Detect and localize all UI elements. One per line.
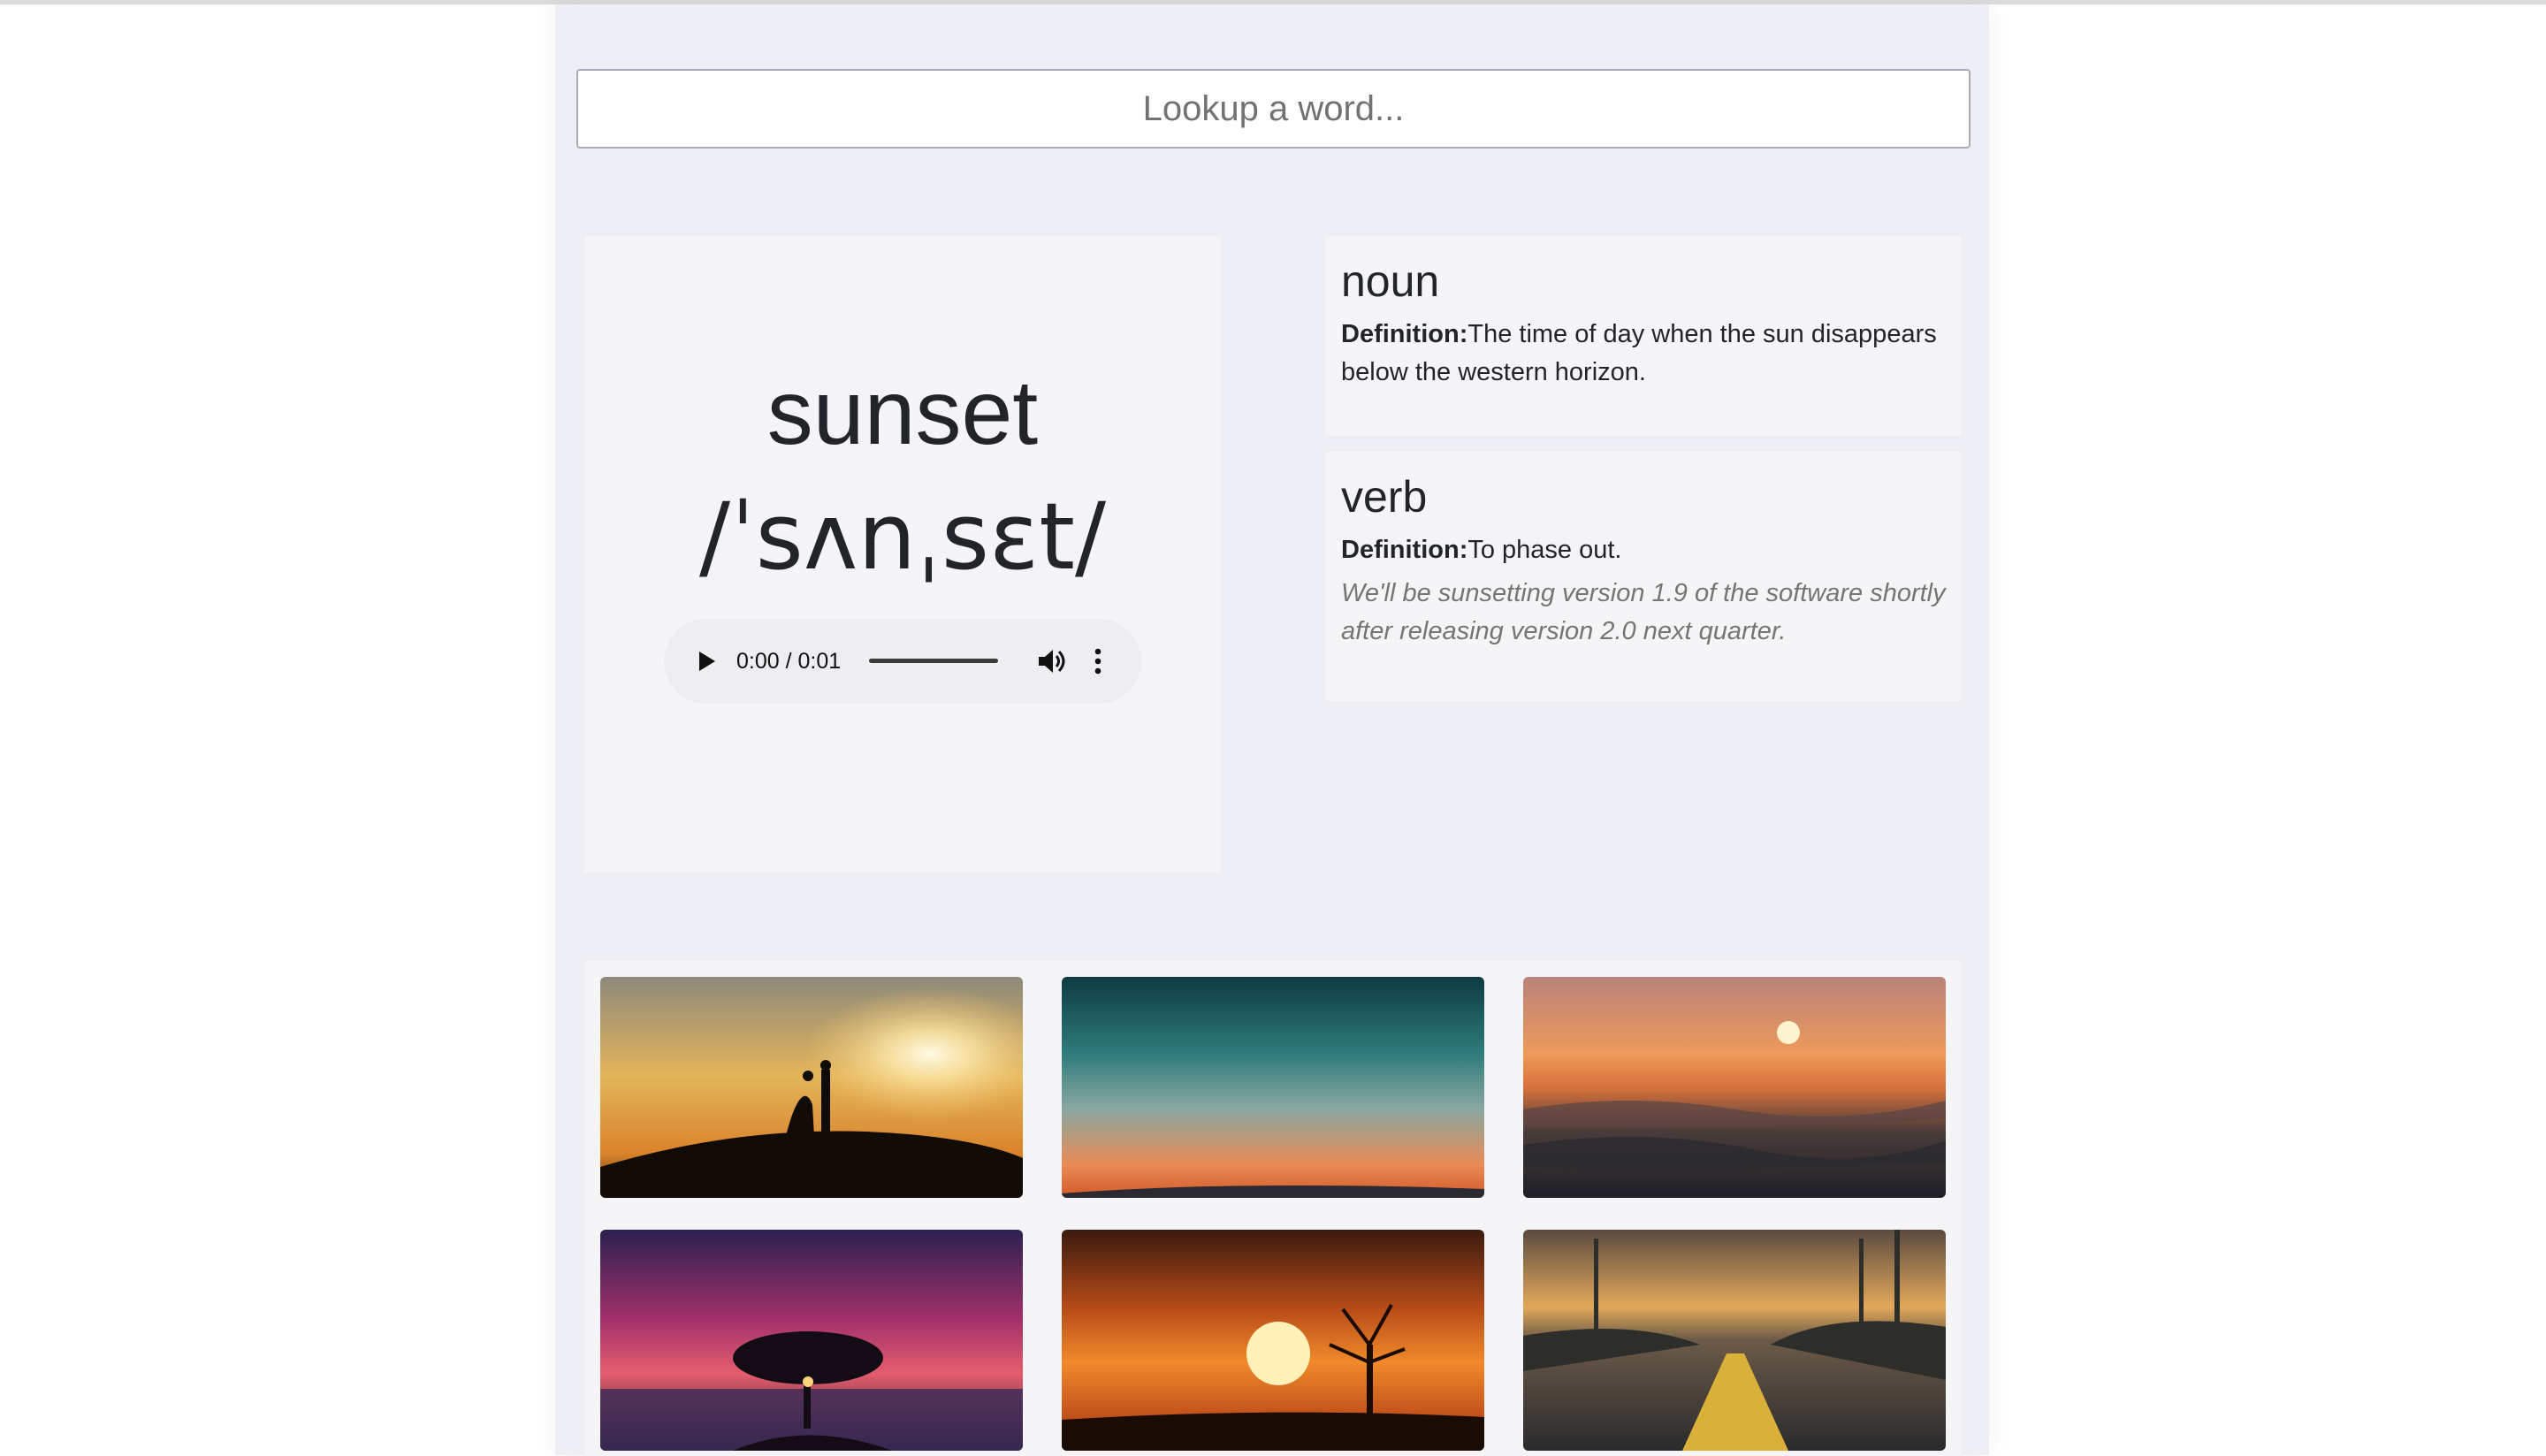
definition-body: To phase out. [1467, 536, 1622, 564]
word-title: sunset [766, 362, 1039, 464]
part-of-speech: verb [1341, 472, 1428, 522]
image-gallery [584, 961, 1962, 1456]
definition-text: Definition:To phase out. [1341, 531, 1946, 569]
word-card: sunset /ˈsʌnˌsɛt/ 0:00 / 0:01 [584, 236, 1221, 873]
dictionary-app: sunset /ˈsʌnˌsɛt/ 0:00 / 0:01 [555, 4, 1989, 1456]
gallery-image[interactable] [1523, 1230, 1946, 1451]
play-icon[interactable] [699, 652, 715, 671]
gallery-image[interactable] [600, 977, 1023, 1198]
search-input[interactable] [576, 69, 1970, 149]
audio-time: 0:00 / 0:01 [736, 649, 842, 674]
audio-progress-track[interactable] [869, 659, 998, 663]
gallery-image[interactable] [600, 1230, 1023, 1451]
volume-icon[interactable] [1035, 645, 1067, 677]
example-sentence: We'll be sunsetting version 1.9 of the s… [1341, 579, 1946, 645]
definition-label: Definition: [1341, 536, 1468, 564]
gallery-image[interactable] [1523, 977, 1946, 1198]
definition-text: Definition:The time of day when the sun … [1341, 316, 1946, 392]
definition-label: Definition: [1341, 320, 1468, 348]
definition-card-noun: noun Definition:The time of day when the… [1325, 236, 1962, 436]
phonetic-text: /ˈsʌnˌsɛt/ [698, 483, 1107, 591]
definition-card-verb: verb Definition:To phase out. We'll be s… [1325, 452, 1962, 701]
more-options-icon[interactable] [1094, 645, 1102, 677]
gallery-image[interactable] [1062, 1230, 1484, 1451]
audio-player[interactable]: 0:00 / 0:01 [664, 619, 1141, 704]
part-of-speech: noun [1341, 256, 1440, 306]
gallery-image[interactable] [1062, 977, 1484, 1198]
